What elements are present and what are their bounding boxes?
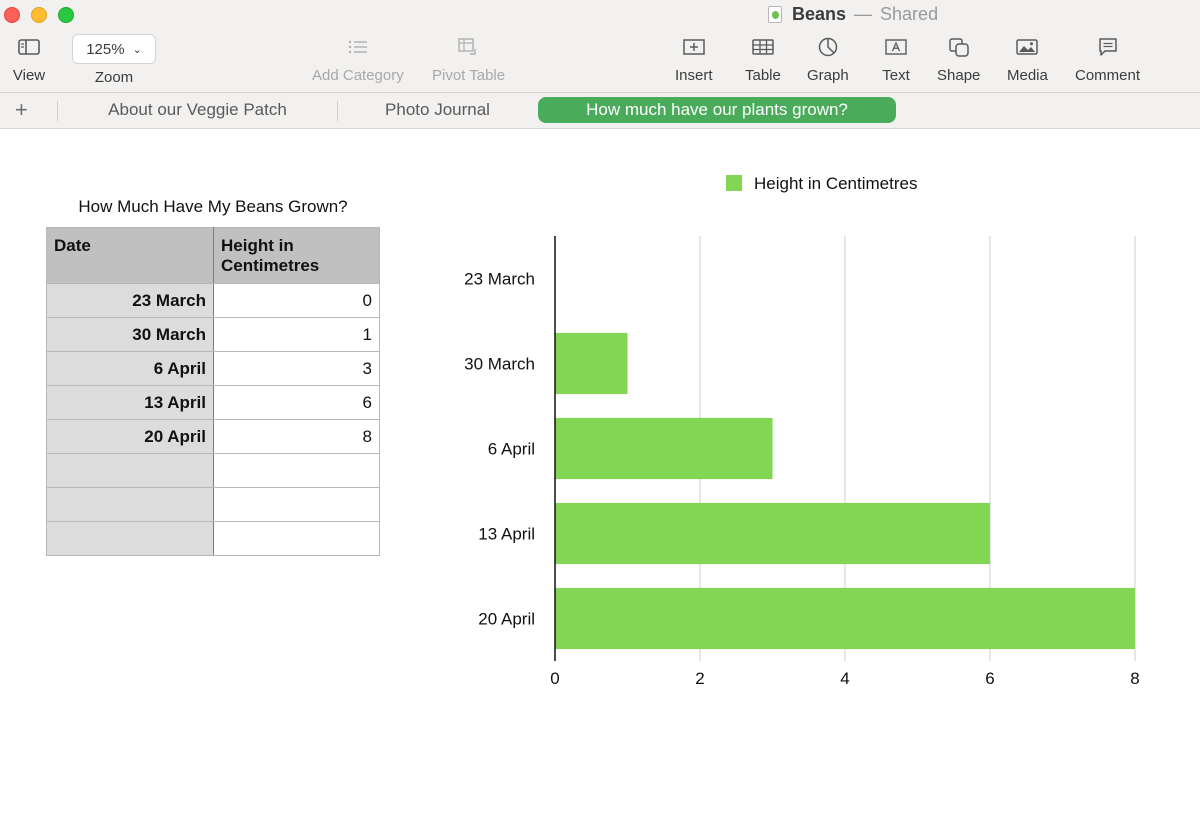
header-height[interactable]: Height in Centimetres bbox=[213, 227, 380, 284]
cell-height[interactable] bbox=[213, 453, 380, 488]
close-window-button[interactable] bbox=[4, 7, 20, 23]
table-label: Table bbox=[745, 67, 781, 84]
category-label: 20 April bbox=[478, 610, 535, 629]
x-tick-label: 2 bbox=[695, 669, 704, 688]
bar bbox=[555, 332, 628, 395]
cell-date[interactable] bbox=[46, 487, 214, 522]
cell-height[interactable]: 8 bbox=[213, 419, 380, 454]
chevron-down-icon: ⌄ bbox=[132, 43, 142, 56]
x-tick-label: 6 bbox=[985, 669, 994, 688]
graph-button[interactable]: Graph bbox=[807, 34, 849, 84]
comment-label: Comment bbox=[1075, 67, 1141, 84]
category-label: 30 March bbox=[464, 355, 535, 374]
table-row: 20 April 8 bbox=[46, 419, 380, 454]
cell-height[interactable]: 3 bbox=[213, 351, 380, 386]
tab-photo-journal[interactable]: Photo Journal bbox=[338, 97, 537, 123]
table-header-row: Date Height in Centimetres bbox=[46, 227, 380, 284]
tab-about-our-veggie-patch[interactable]: About our Veggie Patch bbox=[58, 97, 337, 123]
x-tick-label: 8 bbox=[1130, 669, 1139, 688]
document-status: Shared bbox=[880, 3, 939, 24]
list-icon bbox=[341, 34, 375, 60]
tab-how-much-have-our-plants-grown[interactable]: How much have our plants grown? bbox=[538, 97, 896, 123]
zoom-value: 125% bbox=[86, 40, 125, 58]
bar bbox=[555, 417, 773, 480]
view-label: View bbox=[12, 67, 46, 84]
legend-label: Height in Centimetres bbox=[754, 174, 917, 193]
category-label: 13 April bbox=[478, 525, 535, 544]
table-row: 23 March 0 bbox=[46, 283, 380, 318]
cell-height[interactable]: 0 bbox=[213, 283, 380, 318]
add-category-label: Add Category bbox=[312, 67, 404, 84]
pivot-table-label: Pivot Table bbox=[432, 67, 506, 84]
bar-chart[interactable]: Height in Centimetres 0 2 4 6 8 23 March 30 Mar… bbox=[440, 160, 1160, 710]
fullscreen-window-button[interactable] bbox=[58, 7, 74, 23]
table-row bbox=[46, 453, 380, 488]
cell-date[interactable]: 6 April bbox=[46, 351, 214, 386]
minimize-window-button[interactable] bbox=[31, 7, 47, 23]
insert-label: Insert bbox=[675, 67, 713, 84]
pivot-table-icon bbox=[452, 34, 486, 60]
numbers-document-icon bbox=[768, 5, 782, 23]
add-category-button[interactable]: Add Category bbox=[312, 34, 404, 84]
cell-height[interactable]: 1 bbox=[213, 317, 380, 352]
cell-height[interactable] bbox=[213, 487, 380, 522]
document-name: Beans bbox=[792, 3, 847, 24]
title-separator: — bbox=[854, 3, 873, 24]
cell-height[interactable] bbox=[213, 521, 380, 556]
bar bbox=[555, 587, 1135, 650]
table-button[interactable]: Table bbox=[745, 34, 781, 84]
bar bbox=[555, 502, 990, 565]
shape-icon bbox=[942, 34, 976, 60]
cell-date[interactable] bbox=[46, 453, 214, 488]
zoom-label: Zoom bbox=[94, 69, 134, 86]
cell-height[interactable]: 6 bbox=[213, 385, 380, 420]
comment-button[interactable]: Comment bbox=[1075, 34, 1140, 84]
zoom-select[interactable]: 125% ⌄ bbox=[72, 34, 156, 64]
table-row: 30 March 1 bbox=[46, 317, 380, 352]
cell-date[interactable] bbox=[46, 521, 214, 556]
table-icon bbox=[746, 34, 780, 60]
media-button[interactable]: Media bbox=[1007, 34, 1048, 84]
document-title: Beans — Shared bbox=[768, 3, 938, 25]
media-label: Media bbox=[1007, 67, 1048, 84]
sidebar-icon bbox=[12, 34, 46, 60]
insert-button[interactable]: Insert bbox=[675, 34, 713, 84]
header-date[interactable]: Date bbox=[46, 227, 214, 284]
category-label: 23 March bbox=[464, 270, 535, 289]
table-row: 6 April 3 bbox=[46, 351, 380, 386]
pie-chart-icon bbox=[811, 34, 845, 60]
pivot-table-button[interactable]: Pivot Table bbox=[432, 34, 505, 84]
cell-date[interactable]: 20 April bbox=[46, 419, 214, 454]
text-button[interactable]: Text bbox=[879, 34, 913, 84]
photo-icon bbox=[1010, 34, 1044, 60]
title-bar: Beans — Shared View 125% ⌄ Zoom Add Cate… bbox=[0, 0, 1200, 93]
shape-label: Shape bbox=[937, 67, 981, 84]
table-row: 13 April 6 bbox=[46, 385, 380, 420]
insert-icon bbox=[677, 34, 711, 60]
cell-date[interactable]: 30 March bbox=[46, 317, 214, 352]
sheet-tab-bar: + About our Veggie Patch Photo Journal H… bbox=[0, 93, 1200, 129]
x-tick-label: 4 bbox=[840, 669, 849, 688]
comment-icon bbox=[1091, 34, 1125, 60]
text-box-icon bbox=[879, 34, 913, 60]
cell-date[interactable]: 13 April bbox=[46, 385, 214, 420]
view-button[interactable]: View bbox=[12, 34, 46, 84]
data-table[interactable]: Date Height in Centimetres 23 March 0 30 M… bbox=[46, 227, 380, 556]
table-row bbox=[46, 521, 380, 556]
graph-label: Graph bbox=[807, 67, 849, 84]
x-tick-label: 0 bbox=[550, 669, 559, 688]
table-title: How Much Have My Beans Grown? bbox=[78, 197, 348, 216]
shape-button[interactable]: Shape bbox=[937, 34, 980, 84]
legend-swatch bbox=[726, 175, 742, 191]
table-row bbox=[46, 487, 380, 522]
category-label: 6 April bbox=[488, 440, 535, 459]
add-sheet-button[interactable]: + bbox=[15, 97, 28, 123]
cell-date[interactable]: 23 March bbox=[46, 283, 214, 318]
text-label: Text bbox=[882, 67, 910, 84]
